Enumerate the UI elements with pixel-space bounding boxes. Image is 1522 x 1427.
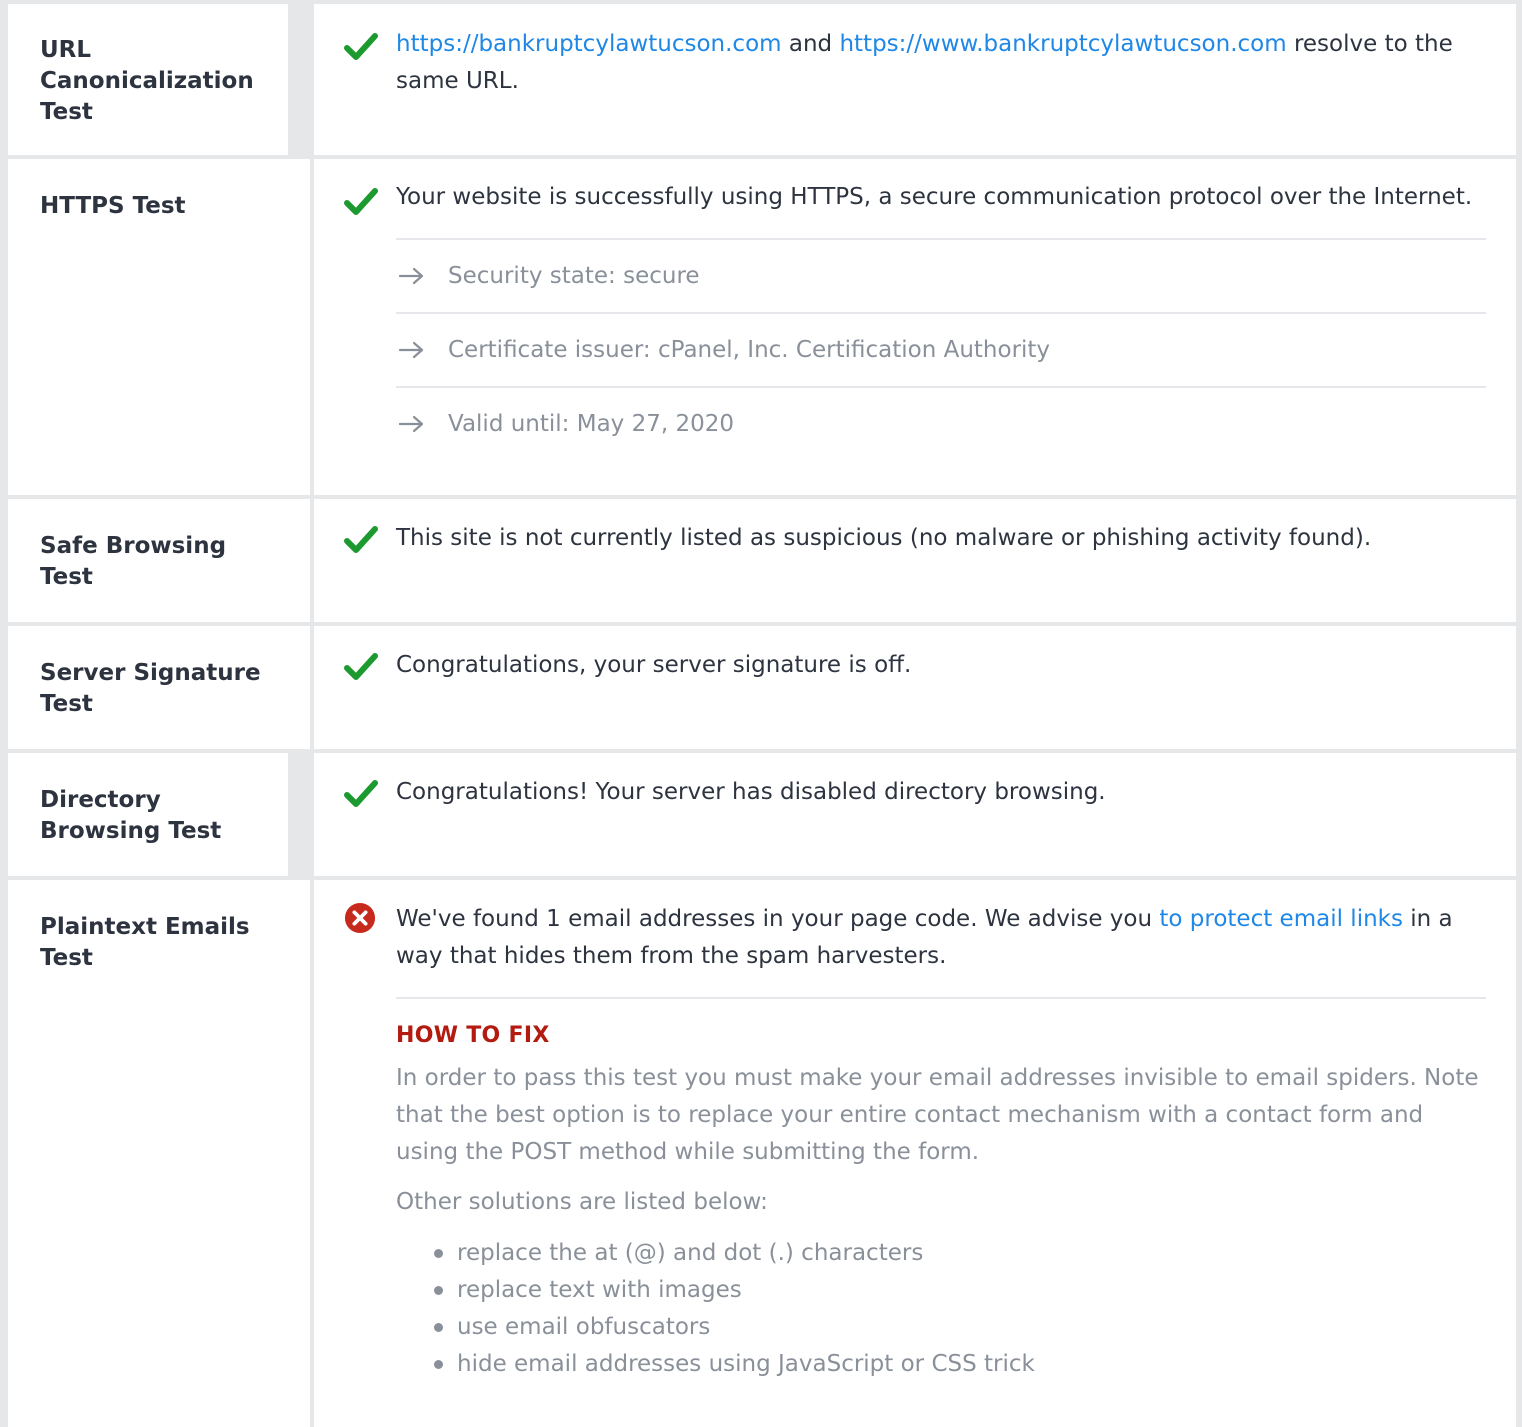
canonical-url-link[interactable]: https://bankruptcylawtucson.com (396, 31, 782, 57)
test-row-plaintext-emails: Plaintext Emails Test We've found 1 emai… (8, 880, 1516, 1427)
test-label: URL Canonicalization Test (8, 4, 288, 155)
result-text: Your website is successfully using HTTPS… (396, 184, 1473, 210)
result-text: Congratulations! Your server has disable… (396, 779, 1106, 805)
detail-text: Valid until: May 27, 2020 (448, 411, 735, 437)
test-label: Safe Browsing Test (8, 499, 310, 622)
protect-email-links-link[interactable]: to protect email links (1159, 906, 1403, 932)
divider (396, 997, 1486, 999)
how-to-fix-heading: HOW TO FIX (396, 1023, 550, 1048)
test-result: Congratulations! Your server has disable… (314, 753, 1516, 876)
test-row-safe-browsing: Safe Browsing Test This site is not curr… (8, 499, 1516, 622)
conjunction-text: and (781, 31, 840, 57)
detail-text: Certificate issuer: cPanel, Inc. Certifi… (448, 337, 1051, 363)
test-row-server-signature: Server Signature Test Congratulations, y… (8, 626, 1516, 749)
test-result: https://bankruptcylawtucson.com and http… (314, 4, 1516, 155)
test-label: Plaintext Emails Test (8, 880, 310, 1427)
result-text: We've found 1 email addresses in your pa… (396, 901, 1486, 975)
test-result: Your website is successfully using HTTPS… (314, 159, 1516, 495)
checkmark-icon (344, 653, 378, 680)
test-label: HTTPS Test (8, 159, 310, 495)
test-row-directory-browsing: Directory Browsing Test Congratulations!… (8, 753, 1516, 876)
list-item: use email obfuscators (434, 1309, 1486, 1346)
detail-certificate-issuer: Certificate issuer: cPanel, Inc. Certifi… (396, 314, 1486, 386)
checkmark-icon (344, 188, 378, 215)
result-text: Congratulations, your server signature i… (396, 652, 912, 678)
test-result: This site is not currently listed as sus… (314, 499, 1516, 622)
checkmark-icon (344, 526, 378, 553)
www-url-link[interactable]: https://www.bankruptcylawtucson.com (839, 31, 1286, 57)
test-result: Congratulations, your server signature i… (314, 626, 1516, 749)
solutions-list: replace the at (@) and dot (.) character… (396, 1235, 1486, 1383)
arrow-right-icon (398, 415, 424, 433)
test-result: We've found 1 email addresses in your pa… (314, 880, 1516, 1427)
test-label: Directory Browsing Test (8, 753, 288, 876)
detail-text: Security state: secure (448, 263, 700, 289)
list-item: replace text with images (434, 1272, 1486, 1309)
seo-test-report: URL Canonicalization Test https://bankru… (0, 0, 1522, 1427)
list-item: replace the at (@) and dot (.) character… (434, 1235, 1486, 1272)
how-to-fix-text: In order to pass this test you must make… (396, 1065, 1479, 1165)
checkmark-icon (344, 33, 378, 60)
result-text: https://bankruptcylawtucson.com and http… (396, 26, 1486, 100)
test-row-https: HTTPS Test Your website is successfully … (8, 159, 1516, 495)
test-label: Server Signature Test (8, 626, 310, 749)
list-item: hide email addresses using JavaScript or… (434, 1346, 1486, 1383)
arrow-right-icon (398, 267, 424, 285)
error-x-icon (344, 902, 376, 934)
result-text: This site is not currently listed as sus… (396, 525, 1372, 551)
other-solutions-text: Other solutions are listed below: (396, 1189, 768, 1215)
result-text-before: We've found 1 email addresses in your pa… (396, 906, 1160, 932)
checkmark-icon (344, 780, 378, 807)
detail-valid-until: Valid until: May 27, 2020 (396, 388, 1486, 460)
arrow-right-icon (398, 341, 424, 359)
test-row-url-canonicalization: URL Canonicalization Test https://bankru… (8, 4, 1516, 155)
detail-security-state: Security state: secure (396, 240, 1486, 312)
